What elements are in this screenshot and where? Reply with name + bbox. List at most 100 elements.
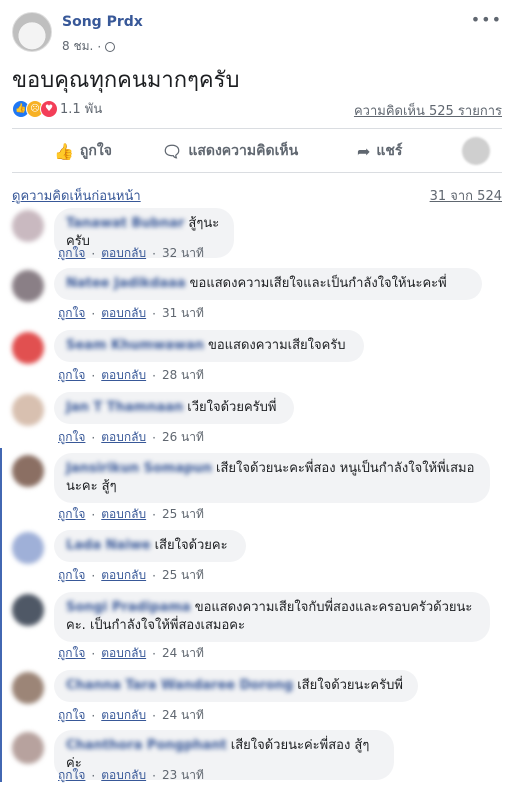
reaction-summary[interactable]: 👍 ☹ ♥ 1.1 พัน: [12, 98, 102, 119]
comment-time[interactable]: 25 นาที: [162, 505, 204, 524]
commenter-name[interactable]: Lada Naiwe: [66, 537, 151, 555]
comment-like-link[interactable]: ถูกใจ: [58, 428, 85, 447]
post-meta: 8 ชม. ·: [62, 37, 116, 56]
comment-like-link[interactable]: ถูกใจ: [58, 244, 85, 263]
separator-dot: ·: [152, 646, 156, 661]
comment-actions: ถูกใจ · ตอบกลับ · 25 นาที: [58, 566, 204, 585]
comment-item: Jansirikun Somapun เสียใจด้วยนะคะพี่สอง ห…: [12, 453, 492, 523]
separator-dot: ·: [91, 430, 96, 445]
separator-dot: ·: [91, 246, 96, 261]
commenter-name[interactable]: Tanawat Bubnar: [66, 215, 184, 233]
commenter-avatar[interactable]: [12, 532, 44, 564]
comment-time[interactable]: 32 นาที: [162, 244, 204, 263]
separator-dot: ·: [91, 646, 96, 661]
comment-time[interactable]: 28 นาที: [162, 366, 204, 385]
separator-dot: ·: [91, 708, 96, 723]
comment-reply-link[interactable]: ตอบกลับ: [101, 706, 146, 725]
comment-actions: ถูกใจ · ตอบกลับ · 24 นาที: [58, 644, 204, 663]
separator-dot: ·: [91, 768, 96, 783]
comment-like-link[interactable]: ถูกใจ: [58, 766, 85, 785]
comment-reply-link[interactable]: ตอบกลับ: [101, 366, 146, 385]
separator-dot: ·: [152, 430, 156, 445]
separator-dot: ·: [91, 568, 96, 583]
view-previous-comments-link[interactable]: ดูความคิดเห็นก่อนหน้า: [12, 185, 141, 206]
commenter-name[interactable]: Seam Khumwawan: [66, 337, 204, 355]
separator-dot: ·: [152, 368, 156, 383]
author-name[interactable]: Song Prdx: [62, 14, 143, 30]
share-button[interactable]: ➦ แชร์: [357, 140, 402, 162]
post-time[interactable]: 8 ชม.: [62, 37, 93, 56]
comment-item: Tanawat Bubnar สู้ๆนะครับ ถูกใจ · ตอบกลับ · 32…: [12, 208, 492, 262]
thumbs-up-icon: 👍: [54, 141, 74, 161]
comment-bubble: Channa Tara Wandaree Dorong เสียใจด้วยนะค…: [54, 670, 418, 702]
comment-text: ขอแสดงความเสียใจและเป็นกำลังใจให้นะคะพี่: [189, 276, 447, 291]
post-header: Song Prdx 8 ชม. · •••: [12, 10, 502, 56]
separator-dot: ·: [152, 768, 156, 783]
commenter-name[interactable]: Natee Jadikdaaa: [66, 275, 186, 293]
commenter-name[interactable]: Jansirikun Somapun: [66, 460, 212, 478]
comment-time[interactable]: 31 นาที: [162, 304, 204, 323]
commenter-name[interactable]: Jan T Thamnaan: [66, 399, 183, 417]
comment-item: Songi Pradipama ขอแสดงความเสียใจกับพี่สอง…: [12, 592, 492, 662]
comment-bubble: Lada Naiwe เสียใจด้วยคะ: [54, 530, 246, 562]
comment-actions: ถูกใจ · ตอบกลับ · 32 นาที: [58, 244, 204, 263]
comment-like-link[interactable]: ถูกใจ: [58, 366, 85, 385]
separator-dot: ·: [152, 708, 156, 723]
comment-bubble: Natee Jadikdaaa ขอแสดงความเสียใจและเป็นกำ…: [54, 268, 482, 300]
separator-dot: ·: [152, 568, 156, 583]
viewer-avatar[interactable]: [462, 137, 490, 165]
comment-time[interactable]: 26 นาที: [162, 428, 204, 447]
comment-actions: ถูกใจ · ตอบกลับ · 23 นาที: [58, 766, 204, 785]
comment-time[interactable]: 24 นาที: [162, 644, 204, 663]
commenter-avatar[interactable]: [12, 594, 44, 626]
comment-item: Jan T Thamnaan เวียใจด้วยครับพี่ถูกใจ · ตอบ…: [12, 392, 492, 446]
comment-reply-link[interactable]: ตอบกลับ: [101, 566, 146, 585]
comment-time[interactable]: 23 นาที: [162, 766, 204, 785]
like-button[interactable]: 👍 ถูกใจ: [54, 140, 112, 162]
comment-reply-link[interactable]: ตอบกลับ: [101, 644, 146, 663]
separator-dot: ·: [152, 306, 156, 321]
comment-time[interactable]: 24 นาที: [162, 706, 204, 725]
comment-text: เวียใจด้วยครับพี่: [187, 400, 277, 415]
comment-actions: ถูกใจ · ตอบกลับ · 25 นาที: [58, 505, 204, 524]
comment-actions: ถูกใจ · ตอบกลับ · 24 นาที: [58, 706, 204, 725]
comment-item: Seam Khumwawan ขอแสดงความเสียใจครับถูกใจ ·…: [12, 330, 492, 384]
comment-like-link[interactable]: ถูกใจ: [58, 644, 85, 663]
comment-like-link[interactable]: ถูกใจ: [58, 505, 85, 524]
commenter-avatar[interactable]: [12, 394, 44, 426]
comment-bubble: Songi Pradipama ขอแสดงความเสียใจกับพี่สอง…: [54, 592, 490, 642]
more-icon[interactable]: •••: [471, 10, 502, 29]
comment-icon: 🗨: [162, 141, 183, 161]
commenter-avatar[interactable]: [12, 455, 44, 487]
comment-bubble: Jan T Thamnaan เวียใจด้วยครับพี่: [54, 392, 294, 424]
comment-text: เสียใจด้วยนะครับพี่: [297, 678, 403, 693]
commenter-avatar[interactable]: [12, 332, 44, 364]
comment-item: Chanthora Pongphant เสียใจด้วยนะค่ะพี่สอง…: [12, 730, 492, 784]
comment-item: Natee Jadikdaaa ขอแสดงความเสียใจและเป็นกำ…: [12, 268, 492, 322]
comment-item: Channa Tara Wandaree Dorong เสียใจด้วยนะค…: [12, 670, 492, 724]
commenter-avatar[interactable]: [12, 210, 44, 242]
divider: [12, 172, 502, 173]
comment-time[interactable]: 25 นาที: [162, 566, 204, 585]
commenter-avatar[interactable]: [12, 732, 44, 764]
comment-like-link[interactable]: ถูกใจ: [58, 566, 85, 585]
comment-button[interactable]: 🗨 แสดงความคิดเห็น: [162, 140, 298, 162]
reaction-count: 1.1 พัน: [60, 102, 103, 117]
comment-reply-link[interactable]: ตอบกลับ: [101, 304, 146, 323]
comment-reply-link[interactable]: ตอบกลับ: [101, 428, 146, 447]
commenter-avatar[interactable]: [12, 672, 44, 704]
comment-bubble: Seam Khumwawan ขอแสดงความเสียใจครับ: [54, 330, 364, 362]
comment-like-link[interactable]: ถูกใจ: [58, 706, 85, 725]
comment-like-link[interactable]: ถูกใจ: [58, 304, 85, 323]
commenter-avatar[interactable]: [12, 270, 44, 302]
commenter-name[interactable]: Channa Tara Wandaree Dorong: [66, 677, 293, 695]
author-avatar[interactable]: [12, 12, 52, 52]
comment-actions: ถูกใจ · ตอบกลับ · 26 นาที: [58, 428, 204, 447]
commenter-name[interactable]: Songi Pradipama: [66, 599, 191, 617]
commenter-name[interactable]: Chanthora Pongphant: [66, 737, 227, 755]
comment-reply-link[interactable]: ตอบกลับ: [101, 505, 146, 524]
comment-reply-link[interactable]: ตอบกลับ: [101, 766, 146, 785]
comment-count-link[interactable]: ความคิดเห็น 525 รายการ: [354, 100, 502, 121]
comments-page-count: 31 จาก 524: [429, 189, 502, 204]
comment-reply-link[interactable]: ตอบกลับ: [101, 244, 146, 263]
